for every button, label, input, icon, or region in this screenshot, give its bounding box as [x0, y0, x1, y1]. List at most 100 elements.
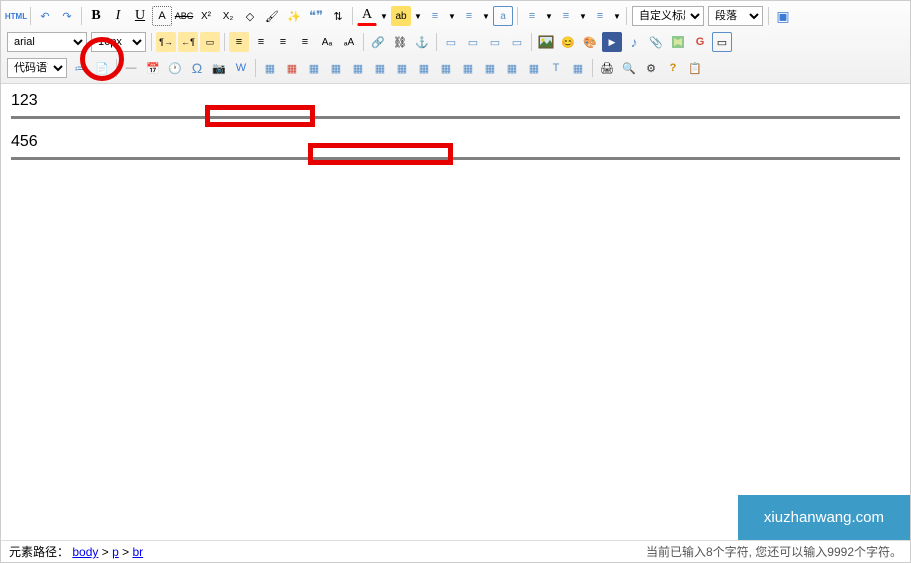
rowspacing-top-icon[interactable]: ≡ — [522, 6, 542, 26]
path-sep: > — [98, 545, 112, 559]
undo-icon[interactable]: ↶ — [35, 6, 55, 26]
separator — [436, 33, 437, 51]
insert-frame-icon[interactable]: ▭ — [712, 32, 732, 52]
delete-col-icon[interactable]: ▦ — [392, 58, 412, 78]
editor-content-area[interactable]: 123 456 — [1, 84, 910, 524]
code-language-select[interactable]: 代码语言 — [7, 58, 67, 78]
delete-caption-icon[interactable]: T — [546, 58, 566, 78]
attachment-icon[interactable]: 📎 — [646, 32, 666, 52]
paragraph-select[interactable]: 段落 — [708, 6, 763, 26]
forecolor-icon[interactable]: A — [357, 6, 377, 26]
source-button[interactable]: HTML — [6, 6, 26, 26]
unlink-icon[interactable]: ⛓ — [390, 32, 410, 52]
subscript-icon[interactable]: X₂ — [218, 6, 238, 26]
selectall-icon[interactable]: a — [493, 6, 513, 26]
spechars-icon[interactable]: Ω — [187, 58, 207, 78]
formatmatch-icon[interactable]: 🖌 — [262, 6, 282, 26]
redo-icon[interactable]: ↷ — [57, 6, 77, 26]
unordered-list-icon[interactable]: ≡ — [459, 6, 479, 26]
music-icon[interactable]: ♪ — [624, 32, 644, 52]
rowspacing-top-dropdown-icon[interactable]: ▼ — [544, 6, 554, 26]
merge-down-icon[interactable]: ▦ — [458, 58, 478, 78]
font-family-select[interactable]: arial — [7, 32, 87, 52]
bold-icon[interactable]: B — [86, 6, 106, 26]
insert-paragraph-before-icon[interactable]: ▦ — [304, 58, 324, 78]
autotypeset-icon[interactable]: ✨ — [284, 6, 304, 26]
path-br-link[interactable]: br — [132, 545, 143, 559]
insert-video-icon[interactable]: ▶ — [602, 32, 622, 52]
image-center-icon[interactable]: ▭ — [485, 32, 505, 52]
direction-ltr-icon[interactable]: ¶→ — [156, 32, 176, 52]
ordered-list-dropdown-icon[interactable]: ▼ — [447, 6, 457, 26]
ordered-list-icon[interactable]: ≡ — [425, 6, 445, 26]
custom-heading-select[interactable]: 自定义标题 — [632, 6, 704, 26]
removeformat-icon[interactable]: ◇ — [240, 6, 260, 26]
delete-row-icon[interactable]: ▦ — [348, 58, 368, 78]
merge-cells-icon[interactable]: ▦ — [414, 58, 434, 78]
separator — [81, 7, 82, 25]
preview-icon[interactable]: ⚙ — [641, 58, 661, 78]
forecolor-dropdown-icon[interactable]: ▼ — [379, 6, 389, 26]
split-rows-icon[interactable]: ▦ — [502, 58, 522, 78]
link-icon[interactable]: 🔗 — [368, 32, 388, 52]
image-right-icon[interactable]: ▭ — [463, 32, 483, 52]
search-replace-icon[interactable]: 🔍 — [619, 58, 639, 78]
scrawl-icon[interactable]: 🎨 — [580, 32, 600, 52]
delete-table-icon[interactable]: ▦ — [282, 58, 302, 78]
lineheight-dropdown-icon[interactable]: ▼ — [612, 6, 622, 26]
image-none-icon[interactable]: ▭ — [507, 32, 527, 52]
map-icon[interactable] — [668, 32, 688, 52]
underline-icon[interactable]: U — [130, 6, 150, 26]
insert-row-icon[interactable]: ▦ — [326, 58, 346, 78]
unordered-list-dropdown-icon[interactable]: ▼ — [481, 6, 491, 26]
backcolor-dropdown-icon[interactable]: ▼ — [413, 6, 423, 26]
path-p-link[interactable]: p — [112, 545, 119, 559]
touppercase-icon[interactable]: Aₐ — [317, 32, 337, 52]
tolowercase-icon[interactable]: ₐA — [339, 32, 359, 52]
drafts-icon[interactable]: 📋 — [685, 58, 705, 78]
separator — [626, 7, 627, 25]
gmap-icon[interactable]: G — [690, 32, 710, 52]
date-icon[interactable]: 📅 — [143, 58, 163, 78]
direction-rtl-icon[interactable]: ←¶ — [178, 32, 198, 52]
insert-table-icon[interactable]: ▦ — [260, 58, 280, 78]
align-center-icon[interactable]: ≡ — [251, 32, 271, 52]
merge-right-icon[interactable]: ▦ — [436, 58, 456, 78]
horizontal-rule — [11, 116, 900, 119]
strikethrough-icon[interactable]: ABC — [174, 6, 194, 26]
element-path: 元素路径： body > p > br — [9, 543, 143, 560]
lineheight-icon[interactable]: ≡ — [590, 6, 610, 26]
align-right-icon[interactable]: ≡ — [273, 32, 293, 52]
backcolor-icon[interactable]: ab — [391, 6, 411, 26]
anchor-icon[interactable]: ⚓ — [412, 32, 432, 52]
rowspacing-bottom-dropdown-icon[interactable]: ▼ — [578, 6, 588, 26]
horizontal-rule-icon[interactable]: — — [121, 58, 141, 78]
rowspacing-bottom-icon[interactable]: ≡ — [556, 6, 576, 26]
print-icon[interactable]: 🖨 — [597, 58, 617, 78]
align-left-icon[interactable]: ≡ — [229, 32, 249, 52]
font-size-select[interactable]: 16px — [91, 32, 146, 52]
fontborder-icon[interactable]: A — [152, 6, 172, 26]
time-icon[interactable]: 🕐 — [165, 58, 185, 78]
snapscreen-icon[interactable]: 📷 — [209, 58, 229, 78]
template-icon[interactable]: 📄 — [92, 58, 112, 78]
superscript-icon[interactable]: X² — [196, 6, 216, 26]
split-cells-icon[interactable]: ▦ — [480, 58, 500, 78]
fullscreen-icon[interactable]: ▣ — [773, 6, 793, 26]
separator — [517, 7, 518, 25]
help-icon[interactable]: ? — [663, 58, 683, 78]
emotion-icon[interactable]: 😊 — [558, 32, 578, 52]
insertcode-icon[interactable]: ≔ — [70, 58, 90, 78]
insert-title-icon[interactable]: ▦ — [568, 58, 588, 78]
italic-icon[interactable]: I — [108, 6, 128, 26]
pasteplain-icon[interactable]: ⇅ — [328, 6, 348, 26]
direction-center-icon[interactable]: ▭ — [200, 32, 220, 52]
wordimage-icon[interactable]: W — [231, 58, 251, 78]
image-left-icon[interactable]: ▭ — [441, 32, 461, 52]
insert-col-icon[interactable]: ▦ — [370, 58, 390, 78]
path-body-link[interactable]: body — [72, 545, 98, 559]
insert-image-icon[interactable] — [536, 32, 556, 52]
align-justify-icon[interactable]: ≡ — [295, 32, 315, 52]
split-cols-icon[interactable]: ▦ — [524, 58, 544, 78]
blockquote-icon[interactable]: ❝❞ — [306, 6, 326, 26]
